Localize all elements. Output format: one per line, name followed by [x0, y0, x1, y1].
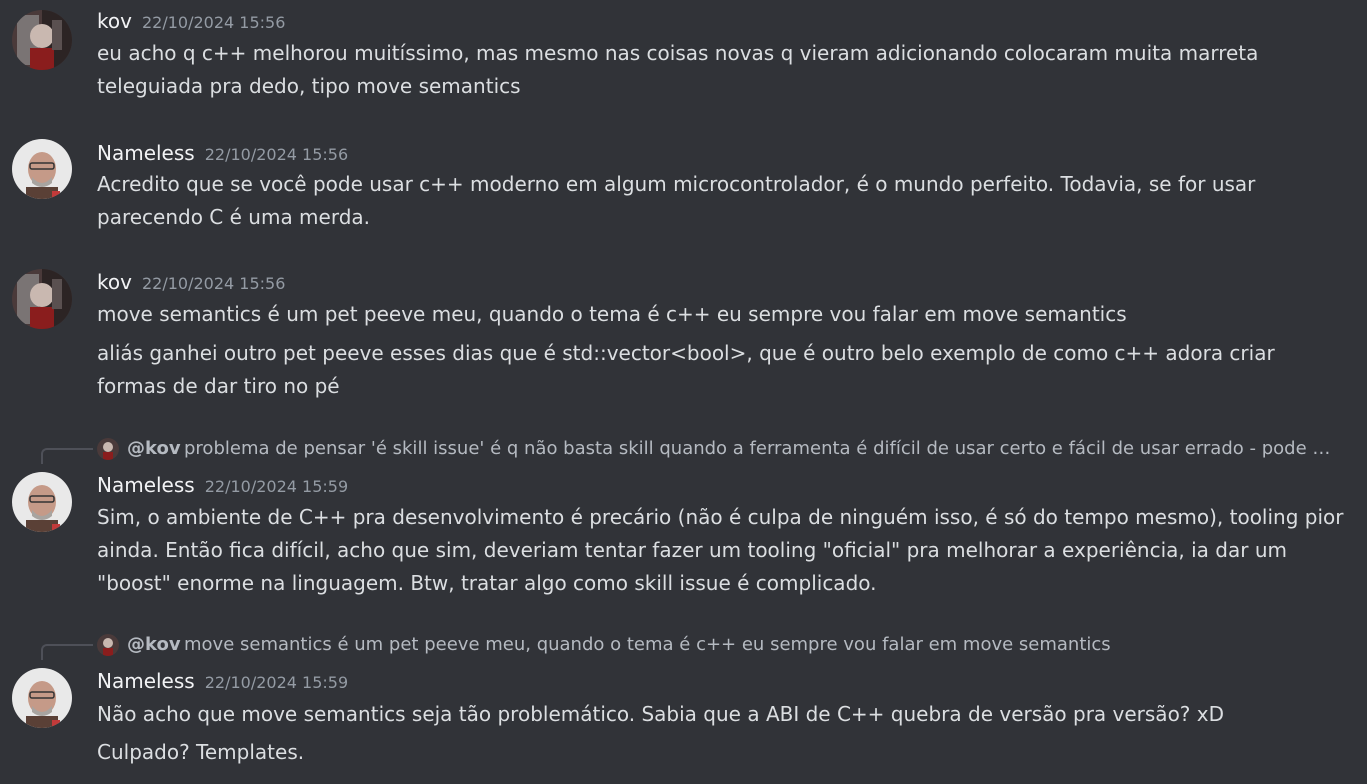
- reply-spine: [41, 448, 93, 464]
- message-timestamp[interactable]: 22/10/2024 15:59: [205, 477, 348, 496]
- message-text: move semantics é um pet peeve meu, quand…: [97, 302, 1127, 326]
- message-timestamp[interactable]: 22/10/2024 15:56: [142, 13, 285, 32]
- author-name[interactable]: Nameless: [97, 669, 195, 693]
- reply-preview-text[interactable]: move semantics é um pet peeve meu, quand…: [184, 633, 1336, 657]
- message-header: kov 22/10/2024 15:56: [97, 270, 285, 294]
- author-name[interactable]: kov: [97, 9, 132, 33]
- avatar-nameless[interactable]: [12, 472, 72, 532]
- reply-reference[interactable]: @kov problema de pensar 'é skill issue' …: [0, 437, 1367, 464]
- reply-avatar[interactable]: [97, 438, 119, 460]
- message-text: eu acho q c++ melhorou muitíssimo, mas m…: [97, 41, 1259, 65]
- message-text: teleguiada pra dedo, tipo move semantics: [97, 74, 521, 98]
- reply-avatar[interactable]: [97, 634, 119, 656]
- reply-spine: [41, 644, 93, 660]
- reply-reference[interactable]: @kov move semantics é um pet peeve meu, …: [0, 633, 1367, 660]
- message-header: Nameless 22/10/2024 15:56: [97, 141, 348, 165]
- message-text: Acredito que se você pode usar c++ moder…: [97, 172, 1256, 196]
- avatar-nameless[interactable]: [12, 668, 72, 728]
- message-header: Nameless 22/10/2024 15:59: [97, 669, 348, 693]
- author-name[interactable]: Nameless: [97, 141, 195, 165]
- message-text: ainda. Então fica difícil, acho que sim,…: [97, 538, 1287, 562]
- reply-mention[interactable]: @kov: [127, 633, 181, 657]
- message-text: Sim, o ambiente de C++ pra desenvolvimen…: [97, 505, 1344, 529]
- reply-mention[interactable]: @kov: [127, 437, 181, 461]
- avatar-kov[interactable]: [12, 269, 72, 329]
- reply-preview-text[interactable]: problema de pensar 'é skill issue' é q n…: [184, 437, 1336, 461]
- message-text: aliás ganhei outro pet peeve esses dias …: [97, 341, 1275, 365]
- message-timestamp[interactable]: 22/10/2024 15:56: [142, 274, 285, 293]
- message-text: Não acho que move semantics seja tão pro…: [97, 702, 1225, 726]
- avatar-kov[interactable]: [12, 10, 72, 70]
- message-timestamp[interactable]: 22/10/2024 15:59: [205, 673, 348, 692]
- message-timestamp[interactable]: 22/10/2024 15:56: [205, 145, 348, 164]
- avatar-nameless[interactable]: [12, 139, 72, 199]
- message-header: kov 22/10/2024 15:56: [97, 9, 285, 33]
- message-text: formas de dar tiro no pé: [97, 374, 340, 398]
- message-text: parecendo C é uma merda.: [97, 205, 371, 229]
- author-name[interactable]: Nameless: [97, 473, 195, 497]
- chat-message-list: kov 22/10/2024 15:56 eu acho q c++ melhor…: [0, 0, 1367, 784]
- author-name[interactable]: kov: [97, 270, 132, 294]
- message-text: Culpado? Templates.: [97, 740, 305, 764]
- message-text: "boost" enorme na linguagem. Btw, tratar…: [97, 571, 877, 595]
- message-header: Nameless 22/10/2024 15:59: [97, 473, 348, 497]
